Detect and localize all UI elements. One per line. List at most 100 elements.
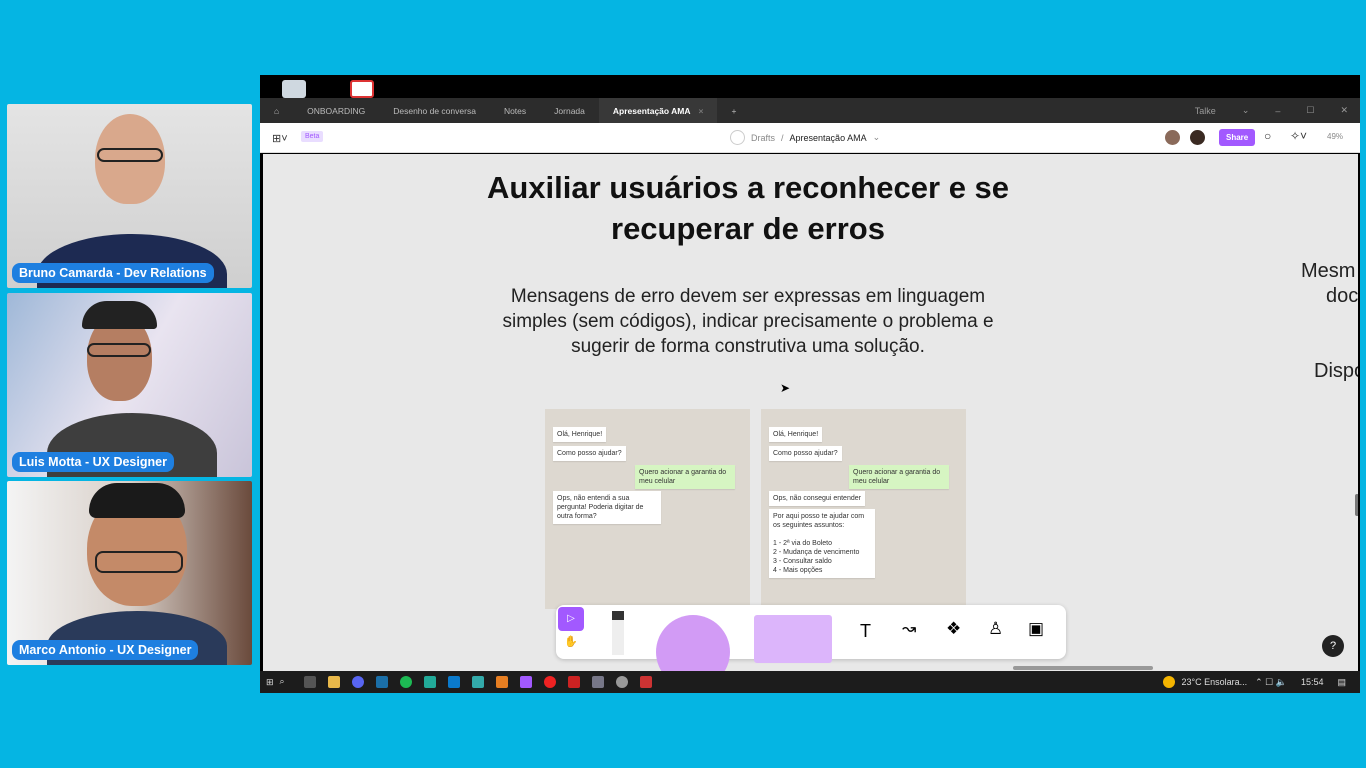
- menu-option: 1 - 2ª via do Boleto: [773, 540, 833, 547]
- tab-onboarding[interactable]: ONBOARDING: [293, 98, 379, 123]
- menu-intro: Por aqui posso te ajudar com os seguinte…: [773, 513, 865, 529]
- horizontal-scrollbar[interactable]: [1013, 666, 1153, 670]
- slide-title: Auxiliar usuários a reconhecer e se recup…: [263, 167, 1233, 249]
- chevron-down-icon[interactable]: ⌄: [873, 132, 881, 143]
- comment-icon[interactable]: ○: [1264, 129, 1271, 143]
- figma-menu-icon[interactable]: ⊞˅: [272, 132, 288, 145]
- mouse-cursor: ➤: [780, 381, 791, 395]
- avatar[interactable]: [1165, 130, 1180, 145]
- close-tab-icon[interactable]: ×: [699, 106, 704, 116]
- weather-text[interactable]: 23°C Ensolara...: [1181, 677, 1247, 687]
- app-icon[interactable]: [591, 676, 604, 688]
- glasses: [87, 343, 151, 357]
- image-tool[interactable]: ▣: [1028, 619, 1044, 639]
- vertical-scrollbar[interactable]: [1355, 494, 1358, 516]
- tab-notes[interactable]: Notes: [490, 98, 540, 123]
- discord-icon[interactable]: [351, 676, 364, 688]
- app-icon[interactable]: [423, 676, 436, 688]
- bot-message: Como posso ajudar?: [553, 446, 626, 461]
- app-icon[interactable]: [615, 676, 628, 688]
- next-slide-text: doc: [1326, 285, 1358, 307]
- breadcrumb-separator: /: [781, 132, 784, 143]
- steam-icon[interactable]: [375, 676, 388, 688]
- tab-jornada[interactable]: Jornada: [540, 98, 599, 123]
- sticky-note-tool[interactable]: [754, 615, 832, 663]
- bot-message-menu: Por aqui posso te ajudar com os seguinte…: [769, 509, 875, 578]
- component-tool[interactable]: ❖: [946, 619, 961, 639]
- minimize-button[interactable]: –: [1275, 106, 1280, 116]
- team-avatar-icon: [730, 130, 745, 145]
- pen-tool[interactable]: [612, 611, 624, 655]
- title-line: Auxiliar usuários a reconhecer e se: [486, 170, 1010, 205]
- chevron-down-icon[interactable]: ⌄: [1242, 105, 1250, 116]
- menu-option: 2 - Mudança de vencimento: [773, 549, 860, 556]
- system-tray-icons[interactable]: ⌃ ☐ 🔈: [1255, 677, 1287, 688]
- breadcrumb-drafts[interactable]: Drafts: [751, 133, 775, 143]
- windows-taskbar: ⊞ ⌕ 23°C Ensolara... ⌃ ☐ 🔈 15:54 ▤: [260, 671, 1360, 693]
- spotify-icon[interactable]: [399, 676, 412, 688]
- breadcrumb: Drafts / Apresentação AMA ⌄: [730, 130, 880, 145]
- avatar[interactable]: [1190, 130, 1205, 145]
- search-icon[interactable]: ⌕: [280, 676, 292, 688]
- vscode-icon[interactable]: [447, 676, 460, 688]
- bot-message: Olá, Henrique!: [769, 427, 823, 442]
- app-icon[interactable]: [639, 676, 652, 688]
- figma-toolbar: ⊞˅ Beta Drafts / Apresentação AMA ⌄ Share…: [260, 123, 1360, 153]
- body-line: sugerir de forma construtiva uma solução…: [571, 336, 925, 357]
- title-line: recuperar de erros: [611, 211, 885, 246]
- weather-icon: [1163, 676, 1176, 688]
- hair: [89, 483, 185, 518]
- tab-apresentacao-ama[interactable]: Apresentação AMA ×: [598, 98, 718, 123]
- desktop-strip: [260, 75, 1360, 98]
- text-tool[interactable]: T: [860, 621, 871, 642]
- file-explorer-icon[interactable]: [327, 676, 340, 688]
- recycle-bin-icon[interactable]: [282, 80, 306, 98]
- body-line: Mensagens de erro devem ser expressas em…: [510, 286, 986, 307]
- bot-message: Ops, não consegui entender: [769, 491, 865, 506]
- app-icon[interactable]: [471, 676, 484, 688]
- body-line: simples (sem códigos), indicar precisame…: [502, 311, 994, 332]
- app-icon[interactable]: [495, 676, 508, 688]
- next-slide-text: Dispo: [1314, 360, 1358, 382]
- user-message: Quero acionar a garantia do meu celular: [635, 465, 735, 489]
- clock[interactable]: 15:54: [1301, 677, 1324, 687]
- participant-video-3[interactable]: Marco Antonio - UX Designer: [7, 481, 252, 665]
- bot-message: Ops, não entendi a sua pergunta! Poderia…: [553, 491, 661, 524]
- beta-badge: Beta: [301, 131, 324, 142]
- tab-desenho-de-conversa[interactable]: Desenho de conversa: [379, 98, 490, 123]
- app-icon[interactable]: [567, 676, 580, 688]
- start-icon[interactable]: ⊞: [266, 677, 274, 688]
- user-message: Quero acionar a garantia do meu celular: [849, 465, 949, 489]
- participant-video-2[interactable]: Luis Motta - UX Designer: [7, 293, 252, 477]
- participant-name: Bruno Camarda - Dev Relations: [12, 263, 214, 283]
- close-window-button[interactable]: ✕: [1340, 105, 1348, 116]
- task-view-icon[interactable]: [303, 676, 316, 688]
- figma-canvas[interactable]: Auxiliar usuários a reconhecer e se recup…: [263, 154, 1358, 671]
- file-name[interactable]: Apresentação AMA: [790, 133, 867, 143]
- slide-body: Mensagens de erro devem ser expressas em…: [453, 284, 1043, 359]
- home-icon[interactable]: ⌂: [260, 98, 293, 123]
- pdf-file-icon[interactable]: [350, 80, 374, 98]
- present-icon[interactable]: ✧˅: [1290, 129, 1307, 143]
- hand-tool[interactable]: ✋: [564, 635, 578, 648]
- select-tool[interactable]: ▷: [558, 607, 584, 631]
- help-button[interactable]: ?: [1322, 635, 1344, 657]
- menu-option: 3 - Consultar saldo: [773, 558, 832, 565]
- notifications-icon[interactable]: ▤: [1337, 677, 1346, 688]
- figma-icon[interactable]: [519, 676, 532, 688]
- tab-label: Apresentação AMA: [612, 105, 691, 116]
- participant-video-1[interactable]: Bruno Camarda - Dev Relations: [7, 104, 252, 288]
- opera-icon[interactable]: [543, 676, 556, 688]
- user-menu[interactable]: Talke: [1195, 106, 1216, 116]
- share-button[interactable]: Share: [1219, 129, 1256, 146]
- zoom-level[interactable]: 49%: [1327, 132, 1343, 141]
- glasses: [97, 148, 163, 162]
- stamp-tool[interactable]: ♙: [988, 619, 1003, 639]
- maximize-button[interactable]: ☐: [1306, 105, 1314, 116]
- connector-tool[interactable]: ↝: [902, 619, 916, 639]
- chat-example-good: Olá, Henrique! Como posso ajudar? Quero …: [761, 409, 966, 609]
- new-tab-icon[interactable]: +: [717, 98, 750, 123]
- cap: [82, 301, 157, 329]
- shape-tool[interactable]: [656, 615, 730, 671]
- participant-name: Luis Motta - UX Designer: [12, 452, 174, 472]
